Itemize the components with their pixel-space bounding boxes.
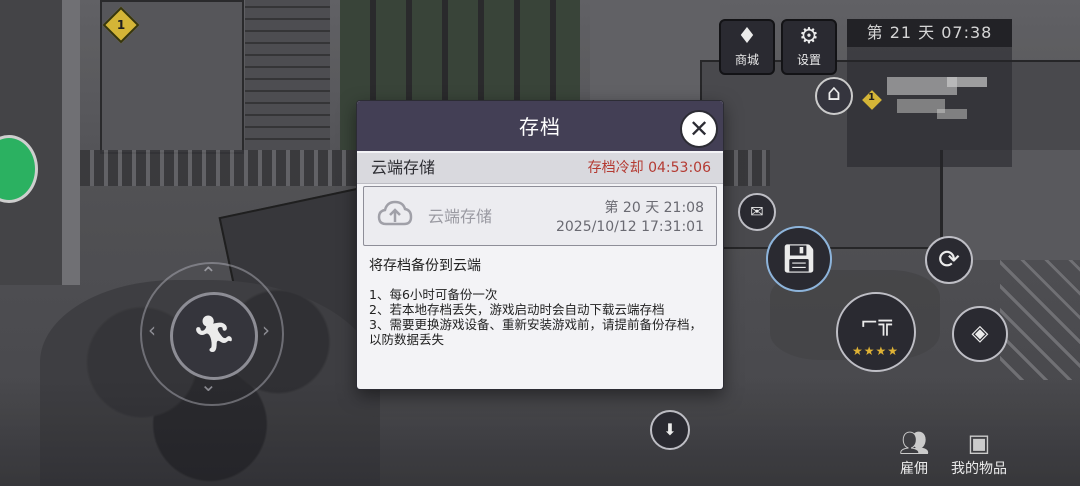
cloud-section-header: 云端存储 存档冷却 04:53:06	[357, 153, 723, 184]
save-dialog: 存档 云端存储 存档冷却 04:53:06 云端存储 第 20 天 21:08 …	[357, 101, 723, 389]
slot-day-time: 第 20 天 21:08	[604, 200, 704, 216]
cloud-save-slot[interactable]: 云端存储 第 20 天 21:08 2025/10/12 17:31:01	[363, 186, 717, 246]
close-icon: ✕	[688, 115, 710, 143]
note-item: 2、若本地存档丢失，游戏启动时会自动下载云端存档	[369, 302, 665, 317]
cloud-upload-icon	[376, 196, 414, 234]
close-button[interactable]: ✕	[680, 110, 718, 148]
description-title: 将存档备份到云端	[369, 258, 481, 274]
slot-date: 2025/10/12 17:31:01	[555, 219, 704, 235]
cloud-section-label: 云端存储	[371, 158, 436, 177]
dialog-title: 存档	[357, 101, 723, 151]
note-item: 3、需要更换游戏设备、重新安装游戏前，请提前备份存档，以防数据丢失	[369, 317, 702, 347]
slot-name: 云端存储	[428, 207, 493, 226]
note-item: 1、每6小时可备份一次	[369, 287, 498, 302]
description-notes: 1、每6小时可备份一次 2、若本地存档丢失，游戏启动时会自动下载云端存档 3、需…	[369, 287, 709, 347]
cooldown-timer: 存档冷却 04:53:06	[587, 160, 711, 176]
